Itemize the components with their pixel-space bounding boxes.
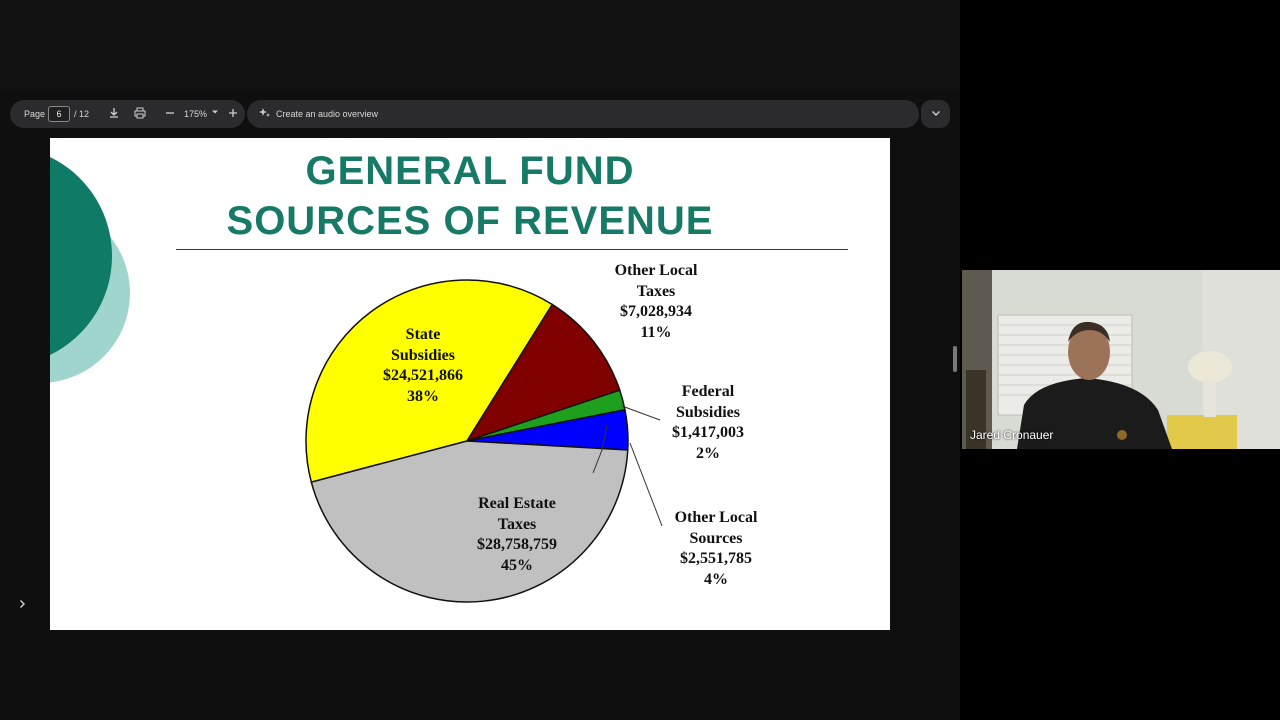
label-real-estate-taxes: Real Estate Taxes $28,758,759 45% — [452, 494, 582, 576]
page-total: / 12 — [74, 109, 90, 119]
label-other-local-taxes: Other Local Taxes $7,028,934 11% — [593, 261, 719, 343]
pdf-toolbar: Page 6 / 12 175% Create an audio overvie… — [10, 100, 950, 128]
print-icon[interactable] — [133, 107, 147, 121]
label-line: State — [405, 326, 441, 343]
label-line: Taxes — [497, 515, 537, 533]
participant-video-feed — [962, 270, 1280, 449]
page-zoom-controls: Page 6 / 12 175% — [10, 100, 245, 128]
audio-overview-bar[interactable]: Create an audio overview — [247, 100, 919, 128]
label-line: Federal — [681, 383, 735, 400]
label-other-local-sources: Other Local Sources $2,551,785 4% — [656, 508, 776, 590]
toolbar-expand-button[interactable] — [921, 100, 950, 128]
label-amount: $28,758,759 — [477, 536, 557, 553]
label-amount: $2,551,785 — [680, 550, 752, 567]
label-percent: 38% — [407, 387, 439, 405]
zoom-in-plus-icon[interactable] — [226, 107, 240, 121]
slide-page: GENERAL FUND SOURCES OF REVENUE State Su… — [50, 138, 890, 630]
slide-title-line1: GENERAL FUND — [305, 149, 635, 193]
label-percent: 45% — [501, 556, 533, 574]
label-line: Subsidies — [675, 403, 741, 421]
slide-title-line2: SOURCES OF REVENUE — [226, 199, 714, 243]
viewer-top-bar — [0, 0, 960, 90]
label-line: Taxes — [636, 282, 676, 300]
label-amount: $1,417,003 — [672, 424, 744, 441]
participant-name: Jared Cronauer — [970, 428, 1054, 442]
title-divider — [176, 249, 848, 250]
label-line: Subsidies — [390, 346, 456, 364]
chevron-down-icon — [929, 107, 943, 121]
label-line: Sources — [689, 529, 743, 547]
zoom-out-minus-icon[interactable] — [163, 107, 177, 121]
pdf-viewer: Page 6 / 12 175% Create an audio overvie… — [0, 0, 960, 720]
label-line: Real Estate — [478, 495, 556, 512]
label-percent: 11% — [640, 323, 672, 341]
label-percent: 4% — [704, 570, 728, 588]
label-line: Other Local — [614, 262, 698, 279]
label-line: Other Local — [674, 509, 758, 526]
label-amount: $24,521,866 — [383, 367, 463, 384]
sparkle-icon — [258, 107, 272, 121]
label-state-subsidies: State Subsidies $24,521,866 38% — [363, 325, 483, 407]
page-number-input[interactable]: 6 — [48, 106, 70, 122]
zoom-level[interactable]: 175% — [184, 107, 207, 121]
label-percent: 2% — [696, 444, 720, 462]
zoom-caret-down-icon[interactable] — [208, 107, 222, 121]
label-amount: $7,028,934 — [620, 303, 692, 320]
audio-overview-label[interactable]: Create an audio overview — [276, 107, 378, 121]
chevron-right-icon[interactable] — [14, 598, 30, 614]
participant-video-tile[interactable]: Jared Cronauer — [962, 270, 1280, 449]
vertical-scrollbar[interactable] — [953, 346, 957, 372]
label-federal-subsidies: Federal Subsidies $1,417,003 2% — [648, 382, 768, 464]
page-label: Page — [24, 109, 46, 119]
download-icon[interactable] — [107, 107, 121, 121]
